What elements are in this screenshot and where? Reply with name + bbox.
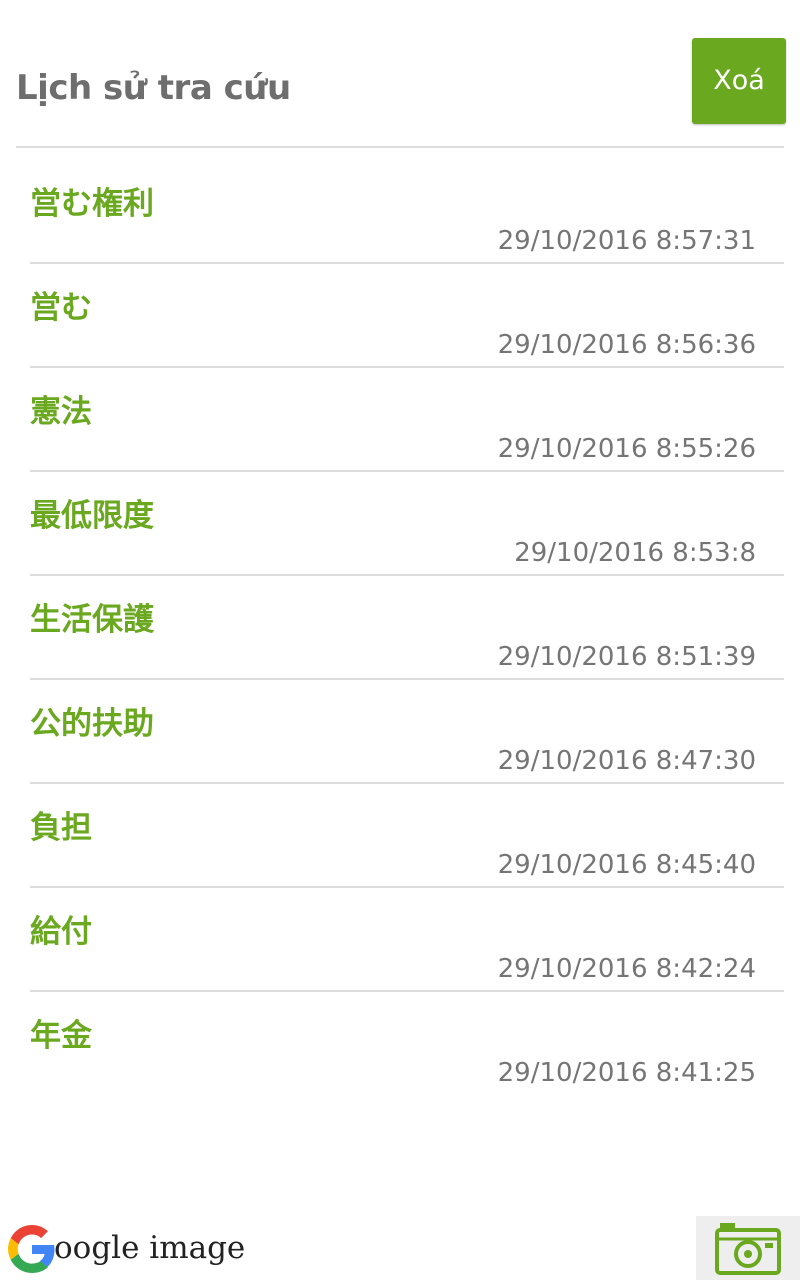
google-g-icon	[8, 1225, 55, 1273]
history-item[interactable]: 年金 29/10/2016 8:41:25	[30, 992, 784, 1096]
history-item-time: 29/10/2016 8:56:36	[497, 330, 756, 360]
history-item-word: 年金	[30, 1018, 92, 1054]
header: Lịch sử tra cứu Xoá	[16, 0, 786, 148]
history-item-time: 29/10/2016 8:42:24	[497, 954, 756, 984]
app-screen: Lịch sử tra cứu Xoá 営む権利 29/10/2016 8:57…	[0, 0, 800, 1280]
history-item[interactable]: 負担 29/10/2016 8:45:40	[30, 784, 784, 888]
history-item-word: 給付	[30, 914, 92, 950]
history-item-time: 29/10/2016 8:45:40	[497, 850, 756, 880]
history-item-time: 29/10/2016 8:41:25	[497, 1058, 756, 1088]
history-item-word: 最低限度	[30, 498, 154, 534]
history-item-word: 生活保護	[30, 602, 154, 638]
camera-button[interactable]	[696, 1216, 800, 1280]
history-item-time: 29/10/2016 8:47:30	[497, 746, 756, 776]
history-item[interactable]: 営む 29/10/2016 8:56:36	[30, 264, 784, 368]
google-image-link[interactable]: oogle image	[8, 1222, 245, 1276]
history-item-word: 負担	[30, 810, 92, 846]
history-item-word: 営む権利	[30, 186, 154, 222]
history-item[interactable]: 公的扶助 29/10/2016 8:47:30	[30, 680, 784, 784]
clear-history-button[interactable]: Xoá	[692, 38, 786, 124]
history-item-time: 29/10/2016 8:51:39	[497, 642, 756, 672]
history-item-time: 29/10/2016 8:57:31	[497, 226, 756, 256]
history-item-word: 公的扶助	[30, 706, 154, 742]
camera-icon	[715, 1223, 781, 1275]
history-item-time: 29/10/2016 8:55:26	[497, 434, 756, 464]
page-title: Lịch sử tra cứu	[16, 68, 291, 108]
history-item[interactable]: 営む権利 29/10/2016 8:57:31	[30, 160, 784, 264]
history-item[interactable]: 最低限度 29/10/2016 8:53:8	[30, 472, 784, 576]
history-list: 営む権利 29/10/2016 8:57:31 営む 29/10/2016 8:…	[30, 160, 784, 1096]
history-item[interactable]: 給付 29/10/2016 8:42:24	[30, 888, 784, 992]
history-item-word: 憲法	[30, 394, 92, 430]
history-item-time: 29/10/2016 8:53:8	[514, 538, 756, 568]
history-item-word: 営む	[30, 290, 92, 326]
google-image-label: oogle image	[54, 1230, 246, 1266]
history-item[interactable]: 生活保護 29/10/2016 8:51:39	[30, 576, 784, 680]
history-item[interactable]: 憲法 29/10/2016 8:55:26	[30, 368, 784, 472]
